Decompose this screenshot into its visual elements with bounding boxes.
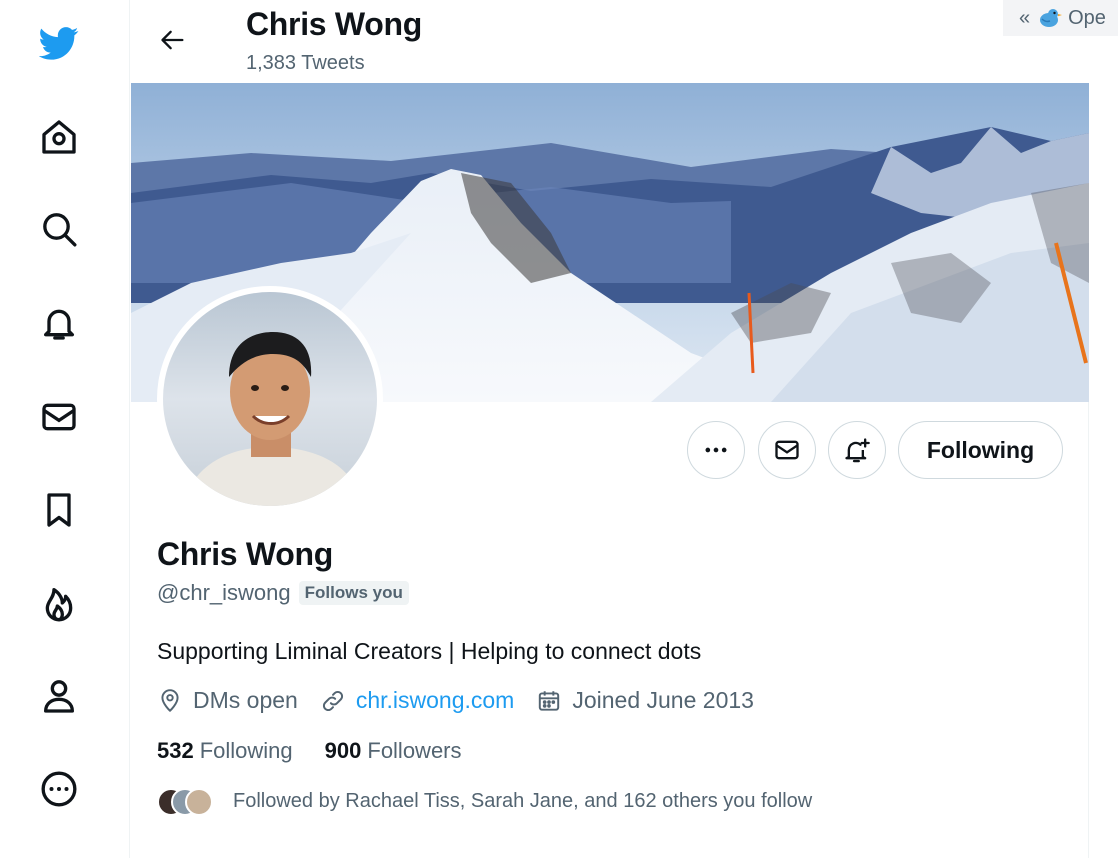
header-title: Chris Wong (246, 6, 422, 42)
followers-label: Followers (367, 738, 462, 763)
following-count: 532 (157, 738, 194, 763)
bird-icon (1040, 9, 1063, 27)
tweet-count: 1,383 Tweets (246, 52, 365, 74)
notify-button[interactable] (828, 421, 886, 479)
more-options-button[interactable] (687, 421, 745, 479)
display-name: Chris Wong (157, 536, 333, 572)
envelope-icon (775, 440, 799, 460)
following-count-link[interactable]: 532 Following (157, 738, 293, 764)
double-chevron-icon: « (1019, 6, 1031, 29)
joined-text: Joined June 2013 (572, 687, 754, 713)
profile-bio: Supporting Liminal Creators | Helping to… (157, 638, 702, 664)
followed-by-text: Followed by Rachael Tiss, Sarah Jane, an… (233, 789, 813, 812)
location-item: DMs open (157, 687, 298, 714)
joined-item: Joined June 2013 (536, 687, 754, 714)
extension-label: Ope (1068, 6, 1106, 29)
profile-meta: DMs open chr.iswong.com Joined June 2013 (157, 687, 776, 714)
bookmarks-icon[interactable] (36, 487, 82, 533)
follows-you-badge: Follows you (298, 581, 409, 605)
left-navigation (0, 0, 130, 858)
link-icon (322, 690, 343, 711)
trending-icon[interactable] (36, 580, 82, 626)
follow-counts: 532 Following 900 Followers (157, 738, 494, 764)
website-link[interactable]: chr.iswong.com (356, 687, 515, 714)
home-icon[interactable] (36, 114, 82, 160)
followed-by-row[interactable]: Followed by Rachael Tiss, Sarah Jane, an… (157, 786, 812, 816)
user-handle: @chr_iswong (157, 580, 291, 605)
message-button[interactable] (758, 421, 816, 479)
followed-by-avatars (157, 786, 217, 816)
following-label: Following (199, 738, 293, 763)
more-icon[interactable] (36, 766, 82, 812)
profile-icon[interactable] (36, 673, 82, 719)
calendar-icon (539, 690, 560, 711)
back-button[interactable] (153, 20, 193, 60)
followers-count-link[interactable]: 900 Followers (325, 738, 462, 764)
location-pin-icon (161, 688, 179, 712)
more-horizontal-icon (705, 447, 727, 453)
twitter-logo-icon[interactable] (36, 20, 82, 66)
handle-row: @chr_iswong Follows you (157, 580, 409, 606)
avatar (185, 788, 213, 816)
website-item: chr.iswong.com (320, 687, 515, 714)
following-button[interactable]: Following (898, 421, 1063, 479)
search-icon[interactable] (36, 206, 82, 252)
extension-tab[interactable]: « Ope (1003, 0, 1118, 36)
profile-header: Chris Wong 1,383 Tweets (131, 0, 1089, 83)
messages-icon[interactable] (36, 394, 82, 440)
arrow-left-icon (161, 30, 184, 50)
bell-plus-icon (845, 438, 870, 463)
location-text: DMs open (193, 687, 298, 713)
notifications-icon[interactable] (36, 300, 82, 346)
followers-count: 900 (324, 738, 362, 763)
